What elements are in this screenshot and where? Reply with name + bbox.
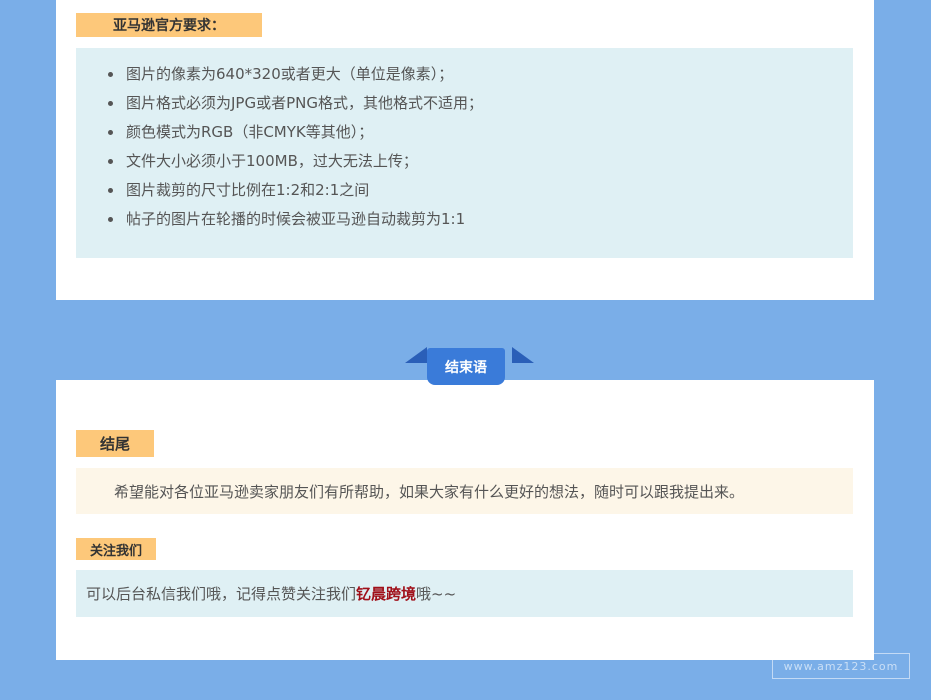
follow-box: 可以后台私信我们哦，记得点赞关注我们 钇晨跨境 哦~~ [76, 570, 853, 617]
watermark: www.amz123.com [772, 653, 910, 679]
conclusion-banner: 结束语 [427, 348, 505, 385]
list-item: 图片裁剪的尺寸比例在1:2和2:1之间 [106, 176, 853, 205]
banner-left-wing-icon [405, 347, 427, 363]
follow-text-end: 哦~~ [416, 585, 457, 603]
list-item: 帖子的图片在轮播的时候会被亚马逊自动裁剪为1:1 [106, 205, 853, 234]
list-item: 图片格式必须为JPG或者PNG格式，其他格式不适用； [106, 89, 853, 118]
list-item: 文件大小必须小于100MB，过大无法上传； [106, 147, 853, 176]
brand-name: 钇晨跨境 [356, 585, 417, 603]
conclusion-card: 结尾 希望能对各位亚马逊卖家朋友们有所帮助，如果大家有什么更好的想法，随时可以跟… [56, 380, 874, 660]
follow-text: 可以后台私信我们哦，记得点赞关注我们 [86, 585, 357, 603]
requirements-box: 图片的像素为640*320或者更大（单位是像素）； 图片格式必须为JPG或者PN… [76, 48, 853, 258]
list-item: 颜色模式为RGB（非CMYK等其他）； [106, 118, 853, 147]
requirements-list: 图片的像素为640*320或者更大（单位是像素）； 图片格式必须为JPG或者PN… [106, 60, 853, 234]
conclusion-text: 希望能对各位亚马逊卖家朋友们有所帮助，如果大家有什么更好的想法，随时可以跟我提出… [76, 468, 853, 514]
banner-right-wing-icon [512, 347, 534, 363]
conclusion-heading: 结尾 [76, 430, 154, 457]
follow-heading: 关注我们 [76, 538, 156, 560]
list-item: 图片的像素为640*320或者更大（单位是像素）； [106, 60, 853, 89]
requirements-heading: 亚马逊官方要求： [76, 13, 262, 37]
requirements-card: 亚马逊官方要求： 图片的像素为640*320或者更大（单位是像素）； 图片格式必… [56, 0, 874, 300]
